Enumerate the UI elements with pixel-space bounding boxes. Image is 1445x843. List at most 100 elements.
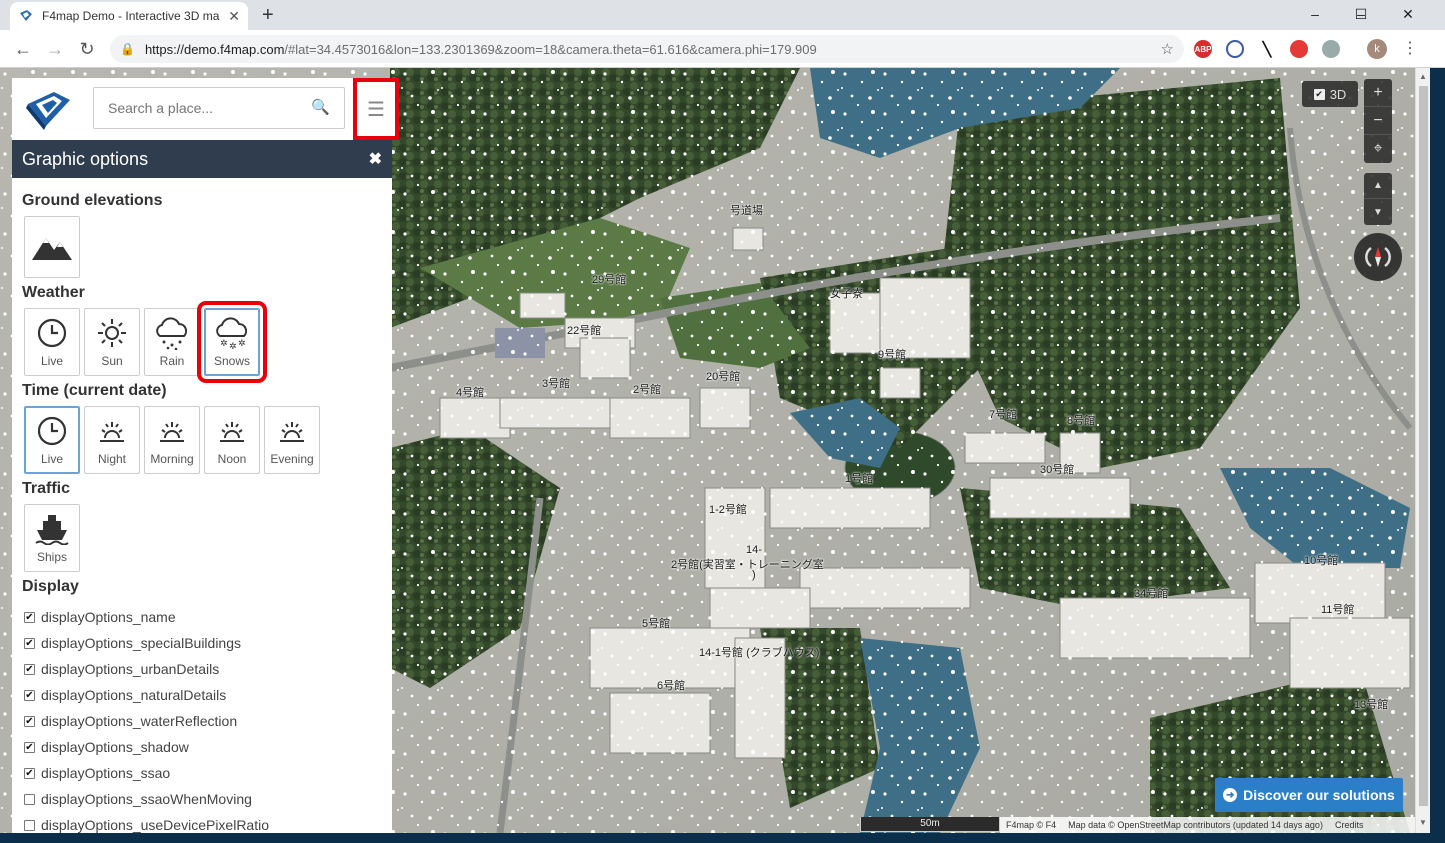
weather-rain-label: Rain bbox=[159, 354, 185, 368]
map-label[interactable]: 20号館 bbox=[706, 368, 740, 384]
url-path: /#lat=34.4573016&lon=133.2301369&zoom=18… bbox=[284, 41, 817, 57]
url-bar[interactable]: 🔒 https://demo.f4map.com /#lat=34.457301… bbox=[110, 35, 1184, 63]
display-option-row[interactable]: ✔ displayOptions_waterReflection bbox=[24, 708, 392, 734]
map-label[interactable]: 3号館 bbox=[542, 375, 570, 391]
checkbox[interactable]: ✔ bbox=[24, 741, 35, 753]
red-extension-icon[interactable] bbox=[1290, 40, 1308, 58]
map-label[interactable]: 7号館 bbox=[989, 406, 1017, 422]
ship-icon bbox=[35, 515, 69, 545]
tab-close-icon[interactable]: ✕ bbox=[228, 8, 240, 25]
map-label[interactable]: 9号館 bbox=[878, 346, 906, 362]
map-label[interactable]: 6号館 bbox=[657, 677, 685, 693]
map-label[interactable]: 34号館 bbox=[1134, 585, 1168, 601]
compass-icon[interactable] bbox=[1354, 233, 1402, 281]
map-label[interactable]: 8号館 bbox=[1067, 412, 1095, 428]
map-label[interactable]: 1-2号館 bbox=[709, 501, 747, 517]
download-extension-icon[interactable] bbox=[1322, 40, 1340, 58]
close-panel-icon[interactable]: ✖ bbox=[369, 149, 382, 169]
map-label[interactable]: 14- bbox=[746, 544, 762, 556]
reload-icon[interactable]: ↻ bbox=[76, 38, 98, 60]
browser-tab[interactable]: F4map Demo - Interactive 3D ma ✕ bbox=[10, 2, 248, 30]
snow-cloud-icon: ✲ ✲ ✲ bbox=[216, 317, 248, 350]
display-option-row[interactable]: ✔ displayOptions_urbanDetails bbox=[24, 656, 392, 682]
locate-icon[interactable]: ⌖ bbox=[1364, 135, 1392, 163]
bookmark-star-icon[interactable]: ☆ bbox=[1161, 40, 1174, 58]
weather-live-button[interactable]: Live bbox=[24, 308, 80, 376]
attribution-f4[interactable]: F4map © F4 bbox=[1006, 820, 1056, 830]
attribution-credits[interactable]: Credits bbox=[1335, 820, 1364, 830]
attribution-osm[interactable]: Map data © OpenStreetMap contributors (u… bbox=[1068, 820, 1323, 830]
page-scrollbar[interactable]: ▲ ▼ bbox=[1415, 68, 1430, 833]
map-label[interactable]: 4号館 bbox=[456, 384, 484, 400]
time-night-button[interactable]: Night bbox=[84, 406, 140, 474]
display-option-row[interactable]: ✔ displayOptions_naturalDetails bbox=[24, 682, 392, 708]
search-input[interactable] bbox=[93, 87, 345, 129]
back-arrow-icon[interactable]: ← bbox=[12, 38, 34, 60]
checkbox[interactable]: ✔ bbox=[24, 637, 35, 649]
weather-snows-button[interactable]: ✲ ✲ ✲ Snows bbox=[197, 301, 267, 383]
forward-arrow-icon[interactable]: → bbox=[44, 38, 66, 60]
tilt-down-icon[interactable]: ▼ bbox=[1364, 199, 1392, 225]
adblock-plus-icon[interactable]: ABP bbox=[1194, 40, 1212, 58]
display-option-row[interactable]: ✔ displayOptions_ssao bbox=[24, 760, 392, 786]
zoom-out-button[interactable]: − bbox=[1364, 107, 1392, 135]
svg-text:✲: ✲ bbox=[229, 342, 237, 350]
menu-button[interactable]: ☰ bbox=[353, 78, 399, 140]
weather-rain-button[interactable]: Rain bbox=[144, 308, 200, 376]
scroll-down-icon[interactable]: ▼ bbox=[1419, 818, 1427, 827]
display-option-row[interactable]: ✔ displayOptions_specialBuildings bbox=[24, 630, 392, 656]
browser-menu-icon[interactable]: ⋮ bbox=[1402, 38, 1418, 58]
checkbox[interactable]: ✔ bbox=[24, 611, 35, 623]
maximize-button[interactable]: ☐ bbox=[1338, 0, 1384, 28]
map-label[interactable]: 10号館 bbox=[1304, 552, 1338, 568]
time-evening-button[interactable]: Evening bbox=[264, 406, 320, 474]
scrollbar-thumb[interactable] bbox=[1419, 86, 1428, 806]
checkbox[interactable]: ✔ bbox=[24, 715, 35, 727]
minimize-button[interactable]: – bbox=[1292, 0, 1338, 28]
checkbox[interactable] bbox=[24, 819, 35, 831]
discover-solutions-button[interactable]: ➜ Discover our solutions bbox=[1215, 778, 1403, 812]
map-label[interactable]: 22号館 bbox=[567, 322, 601, 338]
profile-avatar[interactable]: k bbox=[1367, 39, 1387, 59]
toggle-3d-label: 3D bbox=[1329, 86, 1347, 102]
time-noon-button[interactable]: Noon bbox=[204, 406, 260, 474]
map-label[interactable]: 29号館 bbox=[592, 271, 626, 287]
sunrise-icon bbox=[160, 422, 184, 442]
time-night-label: Night bbox=[97, 452, 126, 466]
display-options-list: ✔ displayOptions_name ✔ displayOptions_spec… bbox=[24, 604, 392, 833]
weather-sun-label: Sun bbox=[101, 354, 123, 368]
toggle-3d-button[interactable]: ✔ 3D bbox=[1302, 81, 1358, 107]
map-label[interactable]: 14-1号館 (クラブハウス) bbox=[699, 644, 819, 660]
slash-extension-icon[interactable]: ╲ bbox=[1258, 40, 1276, 58]
checkbox[interactable]: ✔ bbox=[24, 663, 35, 675]
map-label[interactable]: 2号館(実習室・トレーニング室 bbox=[671, 556, 824, 572]
weather-sun-button[interactable]: Sun bbox=[84, 308, 140, 376]
time-morning-button[interactable]: Morning bbox=[144, 406, 200, 474]
tilt-up-icon[interactable]: ▲ bbox=[1364, 173, 1392, 199]
display-option-row[interactable]: displayOptions_useDevicePixelRatio bbox=[24, 812, 392, 833]
ground-elevation-button[interactable] bbox=[24, 216, 80, 278]
new-tab-button[interactable]: + bbox=[262, 4, 274, 27]
block-extension-icon[interactable] bbox=[1226, 40, 1244, 58]
checkbox[interactable]: ✔ bbox=[24, 767, 35, 779]
scroll-up-icon[interactable]: ▲ bbox=[1419, 72, 1427, 81]
map-label[interactable]: 女子寮 bbox=[830, 285, 863, 301]
checkbox[interactable]: ✔ bbox=[24, 689, 35, 701]
traffic-ships-button[interactable]: Ships bbox=[24, 504, 80, 572]
checkbox[interactable] bbox=[24, 793, 35, 805]
map-label[interactable]: 1号館 bbox=[845, 470, 873, 486]
time-live-button[interactable]: Live bbox=[24, 406, 80, 474]
zoom-in-button[interactable]: + bbox=[1364, 79, 1392, 107]
map-label[interactable]: 号道場 bbox=[730, 202, 763, 218]
map-label[interactable]: 5号館 bbox=[642, 615, 670, 631]
map-label[interactable]: 2号館 bbox=[633, 381, 661, 397]
display-option-row[interactable]: ✔ displayOptions_shadow bbox=[24, 734, 392, 760]
display-option-row[interactable]: displayOptions_ssaoWhenMoving bbox=[24, 786, 392, 812]
display-option-row[interactable]: ✔ displayOptions_name bbox=[24, 604, 392, 630]
search-icon[interactable]: 🔍 bbox=[311, 98, 330, 116]
f4map-logo-icon[interactable] bbox=[24, 86, 74, 132]
map-label[interactable]: 30号館 bbox=[1040, 461, 1074, 477]
close-window-button[interactable]: ✕ bbox=[1385, 0, 1431, 28]
map-label[interactable]: 13号館 bbox=[1354, 696, 1388, 712]
map-label[interactable]: 11号館 bbox=[1321, 601, 1354, 617]
